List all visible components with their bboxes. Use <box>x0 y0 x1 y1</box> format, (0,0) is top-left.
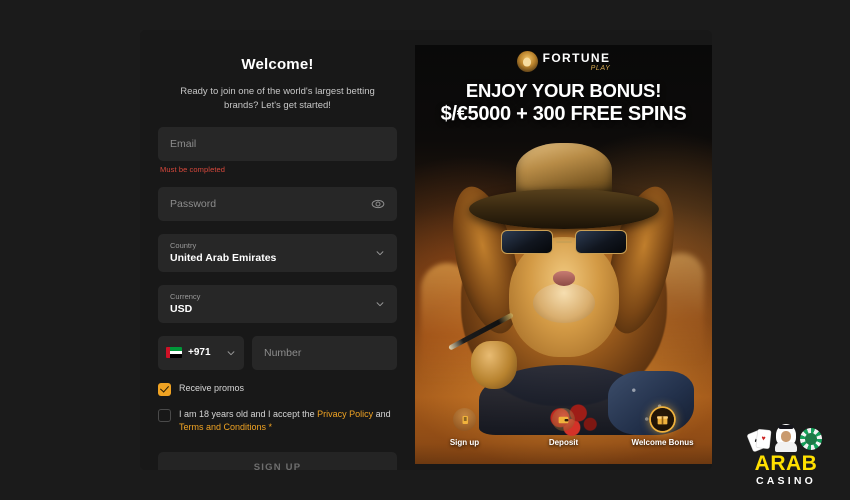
sign-up-button[interactable]: SIGN UP <box>158 451 397 470</box>
country-select[interactable]: Country United Arab Emirates <box>158 233 397 272</box>
country-code-value: +971 <box>188 347 211 358</box>
promo-step-signup[interactable]: Sign up <box>415 408 514 464</box>
brand-subname: PLAY <box>590 64 611 72</box>
lion-nose <box>552 271 575 286</box>
signup-card-icon <box>453 408 476 431</box>
currency-select[interactable]: Currency USD <box>158 284 397 323</box>
sunglasses-icon <box>500 229 627 255</box>
terms-text-before: I am 18 years old and I accept the <box>179 408 318 419</box>
receive-promos-row[interactable]: Receive promos <box>158 382 397 396</box>
brand-name: FORTUNE <box>542 50 611 65</box>
email-error-message: Must be completed <box>160 164 226 174</box>
signup-modal: Welcome! Ready to join one of the world'… <box>140 30 712 470</box>
phone-number-input[interactable]: Number <box>252 335 397 370</box>
signup-form: Welcome! Ready to join one of the world'… <box>140 30 415 470</box>
poker-chip-icon <box>800 427 822 450</box>
sunglasses-lens-right <box>574 230 627 254</box>
chevron-down-icon[interactable] <box>375 248 385 258</box>
country-code-select[interactable]: +971 <box>158 335 244 370</box>
lion-muzzle <box>532 283 595 323</box>
password-field[interactable]: Password <box>158 186 397 221</box>
currency-value: USD <box>170 302 193 315</box>
arab-casino-watermark: ♠ ♥ ARAB CASINO <box>736 423 836 487</box>
arab-man-icon <box>774 423 798 452</box>
currency-label: Currency <box>170 292 201 301</box>
gift-icon <box>651 408 674 431</box>
terms-conditions-link[interactable]: Terms and Conditions <box>179 422 266 432</box>
promo-headline-primary: ENJOY YOUR BONUS! <box>465 80 662 101</box>
terms-text-mid: and <box>373 408 391 419</box>
sign-up-button-label: SIGN UP <box>253 462 302 470</box>
password-placeholder: Password <box>170 197 217 210</box>
chevron-down-icon[interactable] <box>375 299 385 309</box>
terms-label: I am 18 years old and I accept the Priva… <box>179 408 397 435</box>
phone-row: +971 Number <box>158 335 397 370</box>
promo-step-deposit[interactable]: Deposit <box>514 408 613 464</box>
promo-step-signup-label: Sign up <box>449 438 480 447</box>
email-field[interactable]: Email <box>158 126 397 161</box>
receive-promos-label: Receive promos <box>179 382 245 393</box>
uae-flag-icon <box>166 347 182 358</box>
privacy-policy-link[interactable]: Privacy Policy <box>317 409 373 419</box>
sunglasses-lens-left <box>500 230 553 254</box>
country-value: United Arab Emirates <box>170 251 277 264</box>
promo-banner: FORTUNE PLAY ENJOY YOUR BONUS! $/€5000 +… <box>415 45 712 464</box>
phone-number-placeholder: Number <box>264 346 302 359</box>
form-subtitle: Ready to join one of the world's largest… <box>180 86 375 112</box>
playing-cards-icon: ♠ ♥ <box>747 428 772 452</box>
required-marker: * <box>266 422 273 432</box>
eye-icon[interactable] <box>371 197 385 211</box>
email-placeholder: Email <box>170 137 197 150</box>
terms-row[interactable]: I am 18 years old and I accept the Priva… <box>158 408 397 435</box>
fortune-play-logo: FORTUNE PLAY <box>415 51 712 72</box>
lion-paw <box>471 341 517 389</box>
promo-step-welcome-bonus[interactable]: Welcome Bonus <box>613 408 712 464</box>
deposit-wallet-icon <box>552 408 575 431</box>
terms-checkbox[interactable] <box>158 408 171 422</box>
promo-steps: Sign up Deposit Welcome Bonus <box>415 408 712 464</box>
page-title: Welcome! <box>241 56 314 73</box>
fortune-play-wordmark: FORTUNE PLAY <box>543 52 611 72</box>
arab-casino-line1: ARAB <box>754 451 818 475</box>
promo-headline-secondary: $/€5000 + 300 FREE SPINS <box>440 103 687 125</box>
chevron-down-icon[interactable] <box>226 348 236 358</box>
receive-promos-checkbox[interactable] <box>158 382 171 396</box>
sunglasses-bridge <box>555 240 572 244</box>
ornate-hat-brim <box>468 189 659 229</box>
lion-logo-icon <box>516 51 538 72</box>
promo-step-deposit-label: Deposit <box>548 438 579 447</box>
country-label: Country <box>170 241 197 250</box>
arab-casino-logo-icons: ♠ ♥ <box>736 423 836 452</box>
screen-root: Welcome! Ready to join one of the world'… <box>0 0 850 500</box>
arab-casino-line2: CASINO <box>755 474 817 487</box>
lion-mascot-illustration <box>415 133 712 441</box>
promo-step-welcome-bonus-label: Welcome Bonus <box>631 438 694 447</box>
